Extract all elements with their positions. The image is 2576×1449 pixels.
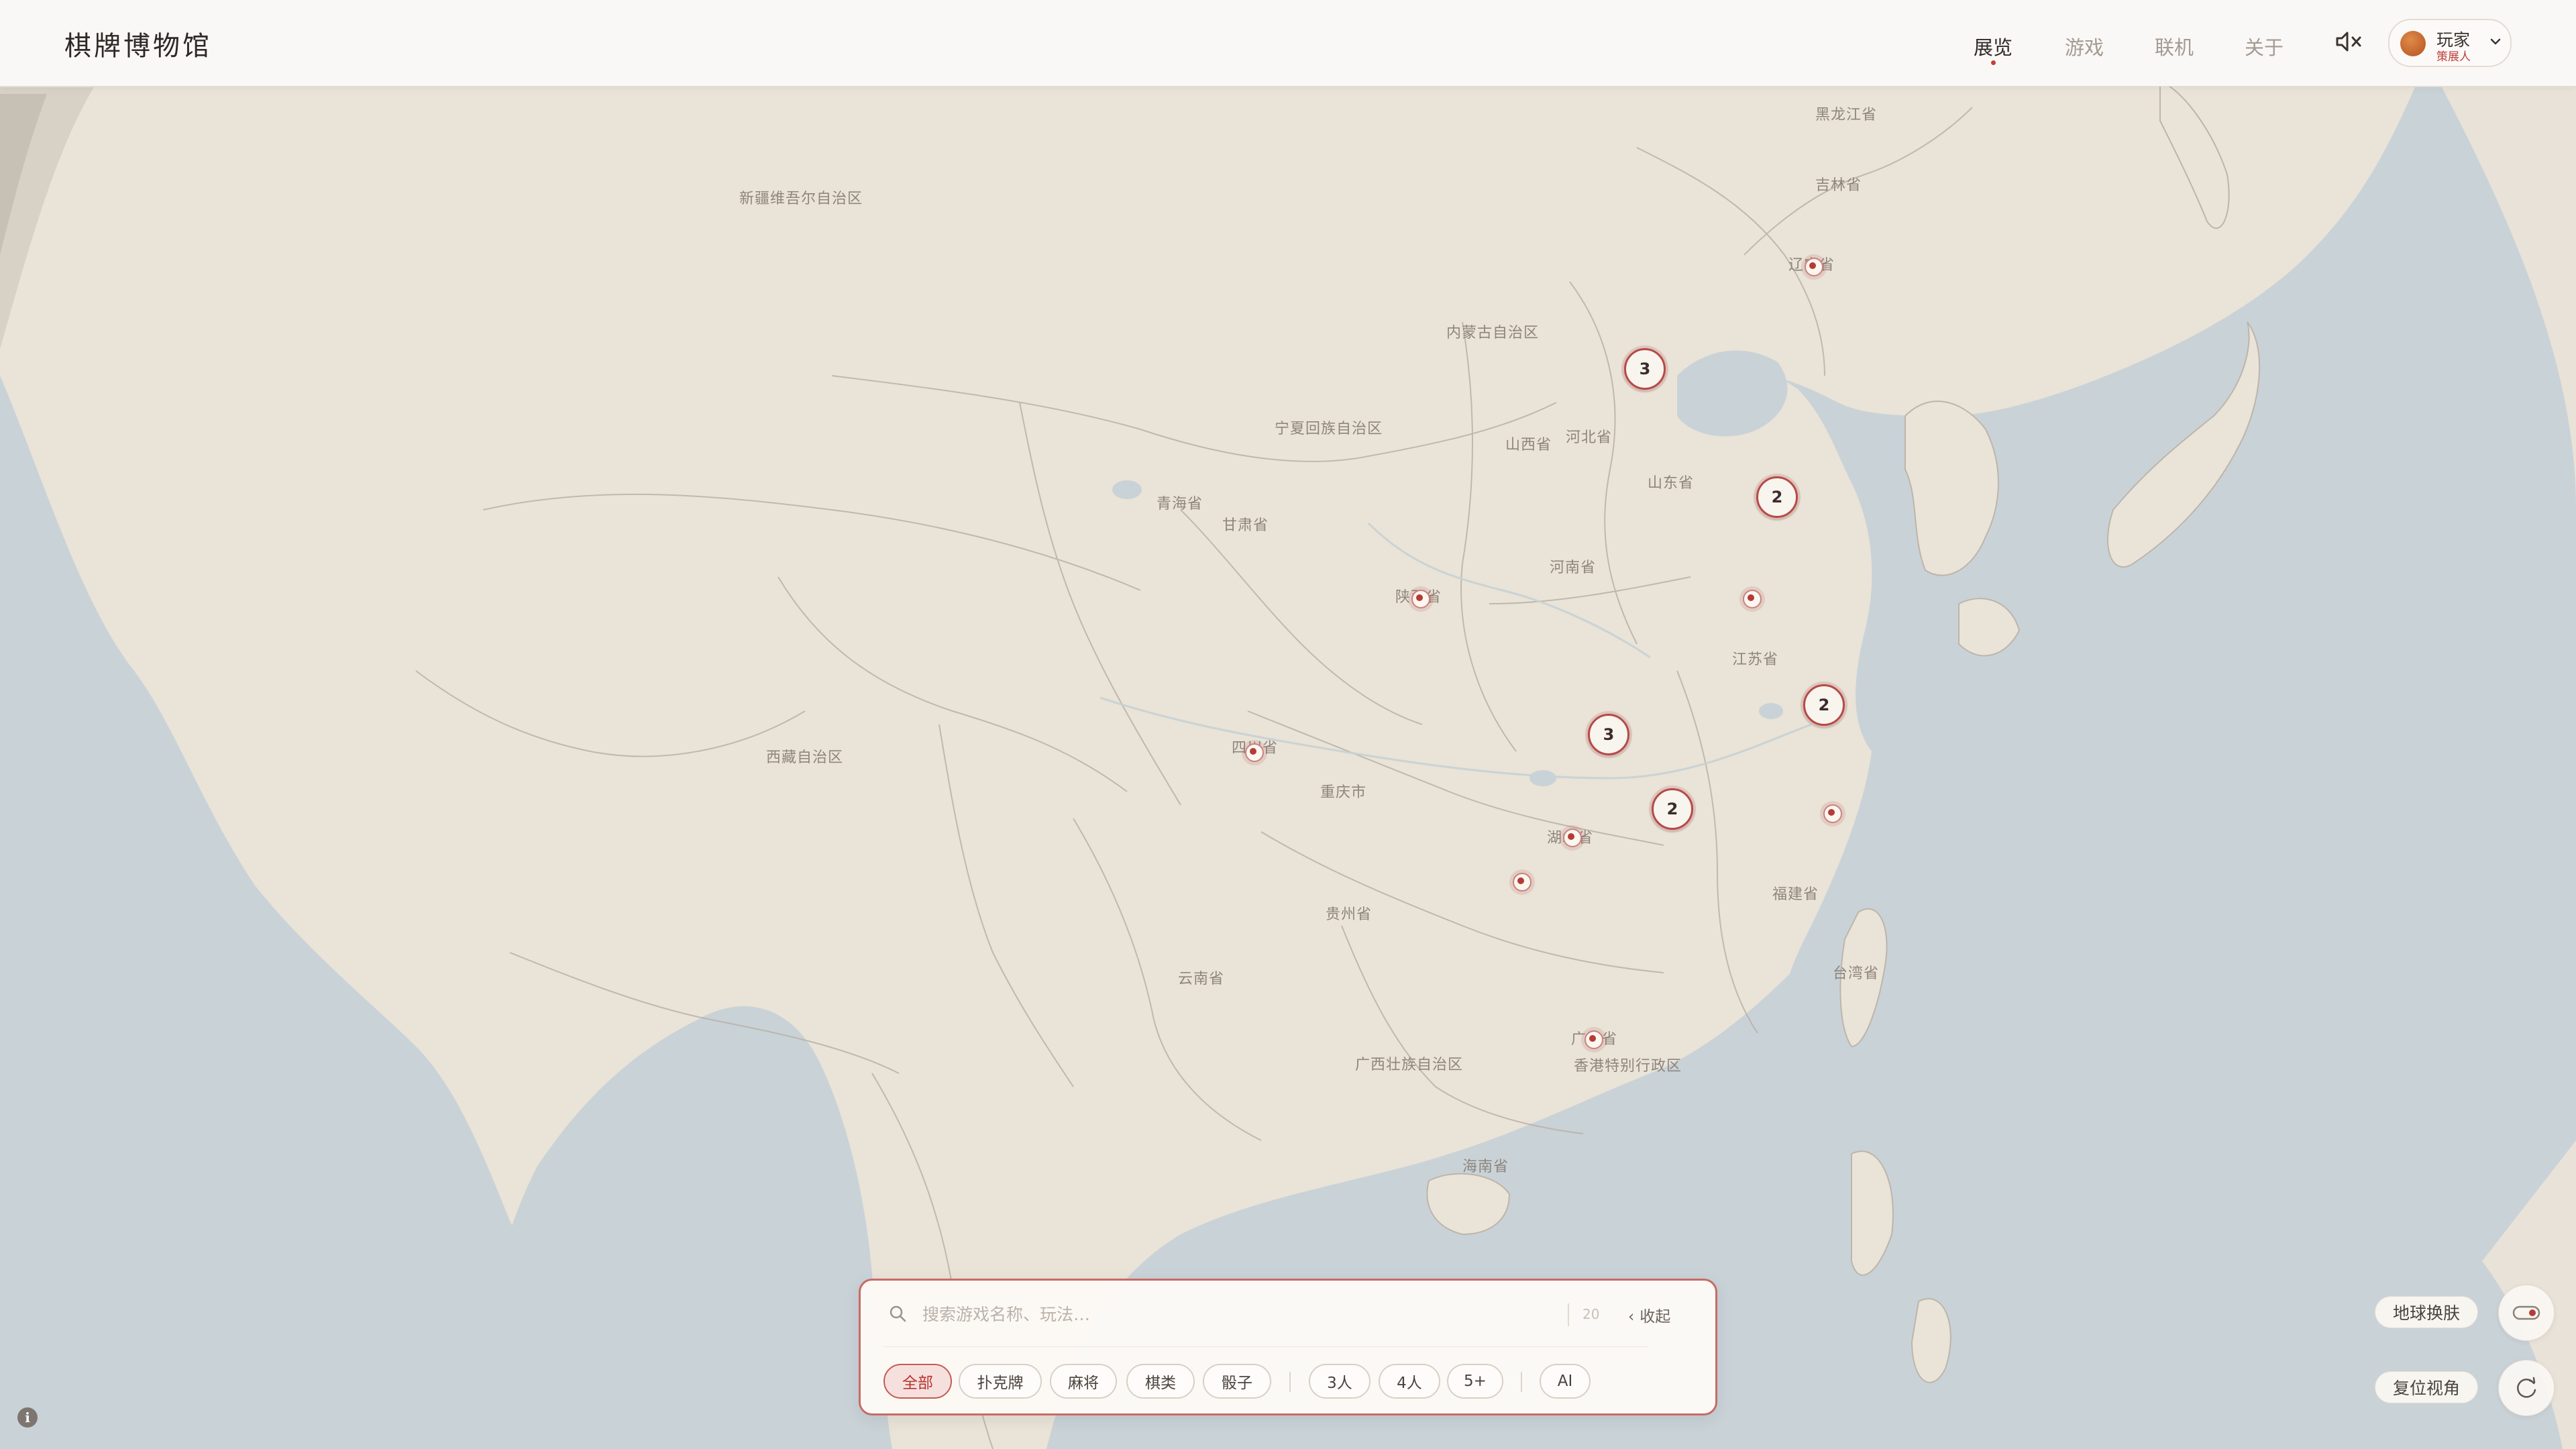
top-bar: 棋牌博物馆 展览 游戏 联机 关于 玩家 策展人 (0, 0, 2576, 87)
filter-chip-ai[interactable]: AI (1540, 1364, 1591, 1399)
search-input[interactable] (921, 1298, 1380, 1330)
map-location-pin[interactable] (1245, 743, 1264, 762)
chevron-left-icon: ‹ (1628, 1308, 1635, 1326)
map-label-hainan: 海南省 (1462, 1159, 1509, 1175)
map-label-fujian: 福建省 (1772, 886, 1819, 903)
map-location-pin[interactable] (1563, 828, 1582, 847)
map-label-neimenggu: 内蒙古自治区 (1446, 325, 1539, 341)
filter-chip-all[interactable]: 全部 (883, 1364, 952, 1399)
globe-skin-label[interactable]: 地球换肤 (2375, 1296, 2479, 1328)
map-location-pin[interactable] (1513, 873, 1532, 892)
divider (1521, 1372, 1522, 1392)
map-cluster-marker[interactable]: 2 (1756, 476, 1798, 518)
chip-label: 3人 (1327, 1375, 1352, 1392)
divider (1289, 1372, 1291, 1392)
map-location-pin[interactable] (1411, 590, 1430, 608)
globe-skin-button[interactable] (2498, 1285, 2555, 1341)
map-label-hebei: 河北省 (1566, 429, 1612, 446)
reset-view-label[interactable]: 复位视角 (2375, 1371, 2479, 1403)
map-label-yunnan: 云南省 (1178, 971, 1224, 987)
nav-label: 联机 (2155, 36, 2194, 59)
collapse-button[interactable]: ‹ 收起 (1628, 1303, 1670, 1326)
map-label-xizang: 西藏自治区 (766, 749, 843, 766)
map-label-taiwan: 台湾省 (1833, 965, 1879, 982)
map-label-shandong: 山东省 (1648, 475, 1694, 492)
map-label-guizhou: 贵州省 (1326, 906, 1372, 923)
filter-chip-mahjong[interactable]: 麻将 (1050, 1364, 1117, 1399)
map-cluster-marker[interactable]: 2 (1652, 788, 1693, 830)
filter-chip-3-players[interactable]: 3人 (1309, 1364, 1371, 1399)
nav-about[interactable]: 关于 (2245, 32, 2284, 60)
mute-button[interactable] (2334, 30, 2365, 54)
info-icon[interactable]: i (17, 1407, 38, 1428)
chip-label: 5+ (1464, 1373, 1487, 1390)
map-label-gansu: 甘肃省 (1222, 517, 1269, 534)
map-label-jilin: 吉林省 (1815, 177, 1862, 194)
map-cluster-marker[interactable]: 3 (1624, 348, 1666, 390)
chevron-down-icon (2490, 38, 2501, 45)
chip-label: 骰子 (1222, 1375, 1252, 1392)
map-location-pin[interactable] (1743, 590, 1762, 608)
map-location-pin[interactable] (1585, 1030, 1603, 1049)
filter-chip-poker[interactable]: 扑克牌 (959, 1364, 1042, 1399)
map-location-pin[interactable] (1805, 258, 1823, 276)
speaker-muted-icon (2336, 32, 2361, 52)
collapse-label: 收起 (1640, 1308, 1671, 1326)
globe-map[interactable]: 黑龙江省 吉林省 辽宁省 新疆维吾尔自治区 内蒙古自治区 宁夏回族自治区 山西省… (0, 0, 2576, 1449)
nav-label: 关于 (2245, 36, 2284, 59)
reset-view-button[interactable] (2498, 1360, 2555, 1416)
map-label-ningxia: 宁夏回族自治区 (1275, 421, 1383, 437)
nav-games[interactable]: 游戏 (2065, 32, 2104, 60)
nav-label: 展览 (1974, 36, 2013, 59)
divider (1568, 1303, 1569, 1326)
user-role: 策展人 (2436, 50, 2471, 64)
filter-chip-4-players[interactable]: 4人 (1379, 1364, 1440, 1399)
chip-label: 麻将 (1068, 1375, 1099, 1392)
map-cluster-marker[interactable]: 3 (1588, 714, 1629, 755)
search-filter-panel: 20 ‹ 收起 全部 扑克牌 麻将 棋类 骰子 3人 4人 5+ AI (859, 1279, 1717, 1415)
chip-label: 4人 (1397, 1375, 1422, 1392)
map-label-heilongjiang: 黑龙江省 (1815, 107, 1877, 123)
search-icon (890, 1305, 906, 1322)
user-menu[interactable]: 玩家 策展人 (2388, 19, 2512, 67)
chip-label: AI (1557, 1373, 1573, 1390)
map-label-guangxi: 广西壮族自治区 (1355, 1057, 1463, 1073)
map-label-hongkong: 香港特别行政区 (1574, 1058, 1682, 1075)
map-label-qinghai: 青海省 (1157, 496, 1203, 513)
toggle-icon (2512, 1305, 2540, 1320)
filter-chip-5-plus-players[interactable]: 5+ (1447, 1364, 1503, 1399)
map-cluster-marker[interactable]: 2 (1803, 684, 1845, 726)
result-count: 20 (1582, 1306, 1600, 1322)
avatar (2400, 31, 2426, 56)
divider (883, 1346, 1648, 1347)
app-logo-title[interactable]: 棋牌博物馆 (64, 24, 212, 63)
map-label-chongqing: 重庆市 (1320, 784, 1366, 801)
filter-chip-board[interactable]: 棋类 (1126, 1364, 1195, 1399)
refresh-icon (2517, 1377, 2536, 1398)
map-location-pin[interactable] (1823, 804, 1842, 823)
nav-label: 游戏 (2065, 36, 2104, 59)
nav-online[interactable]: 联机 (2155, 32, 2194, 60)
map-label-jiangsu: 江苏省 (1732, 651, 1778, 668)
map-label-henan: 河南省 (1550, 559, 1596, 576)
chip-label: 棋类 (1145, 1375, 1176, 1392)
filter-chip-dice[interactable]: 骰子 (1203, 1364, 1271, 1399)
active-indicator-dot (1991, 60, 1996, 65)
nav-exhibition[interactable]: 展览 (1974, 32, 2013, 65)
chip-label: 扑克牌 (977, 1375, 1024, 1392)
map-label-xinjiang: 新疆维吾尔自治区 (739, 191, 863, 207)
map-label-shanxi: 山西省 (1505, 437, 1552, 453)
chip-label: 全部 (902, 1375, 933, 1392)
